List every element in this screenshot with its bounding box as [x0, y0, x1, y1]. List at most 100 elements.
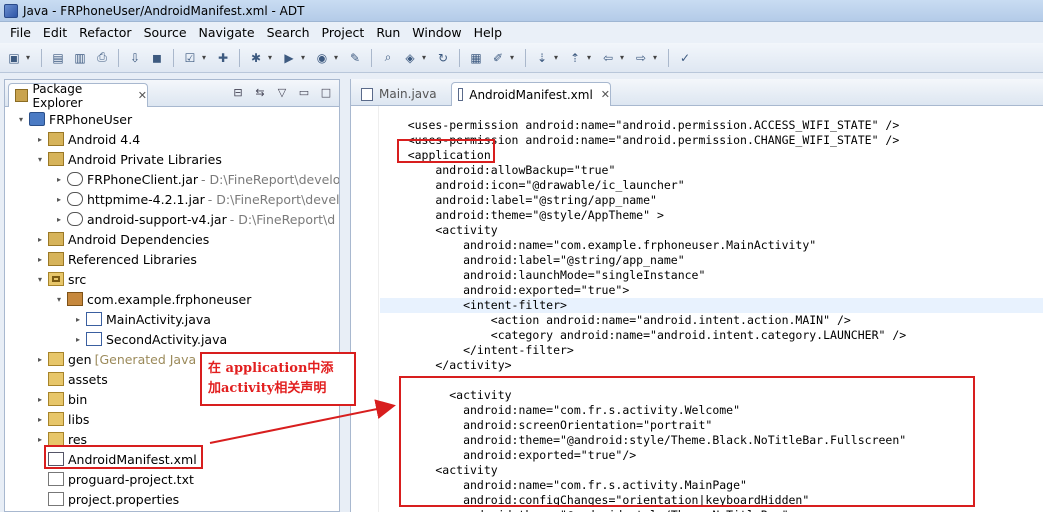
menu-file[interactable]: File [4, 25, 37, 40]
tree-item[interactable]: ▸ Android 4.4 [34, 129, 140, 149]
collapsed-icon[interactable]: ▸ [34, 135, 46, 144]
menu-search[interactable]: Search [261, 25, 316, 40]
save-all-icon[interactable]: ▥ [70, 48, 90, 68]
pin-icon[interactable]: ✓ [675, 48, 695, 68]
main-toolbar: ▣ ▾ ▤ ▥ ⎙ ⇩ ◼ ☑ ▾ ✚ ✱ ▾ ▶ ▾ ◉ ▾ ✎ ⌕ ◈ ▾ ↻ ▦ ✐ ▾ ⇣ ▾ ⇡ ▾ ⇦ ▾ ⇨ ▾ ✓ [0, 43, 1043, 73]
dropdown-arrow-icon[interactable]: ▾ [334, 53, 343, 62]
tree-item[interactable]: ▸ gen [Generated Java [34, 349, 196, 369]
dropdown-arrow-icon[interactable]: ▾ [554, 53, 563, 62]
open-type-icon[interactable]: ✎ [345, 48, 365, 68]
tree-item-label: assets [68, 371, 108, 387]
collapsed-icon[interactable]: ▸ [34, 395, 46, 404]
tree-item[interactable]: ▸ Referenced Libraries [34, 249, 197, 269]
tab-package-explorer[interactable]: Package Explorer ✕ [8, 82, 148, 110]
collapsed-icon[interactable]: ▸ [34, 415, 46, 424]
tree-item[interactable]: ▸ FRPhoneClient.jar - D:\FineReport\develo [53, 169, 339, 189]
back-icon[interactable]: ⇦ [598, 48, 618, 68]
next-annotation-icon[interactable]: ⇡ [565, 48, 585, 68]
collapsed-icon[interactable]: ▸ [53, 195, 65, 204]
menu-source[interactable]: Source [138, 25, 193, 40]
annotation-icon[interactable]: ⇣ [532, 48, 552, 68]
import-icon[interactable]: ⇩ [125, 48, 145, 68]
new-java-class-icon[interactable]: ◈ [400, 48, 420, 68]
checkbox-icon[interactable]: ☑ [180, 48, 200, 68]
tree-item[interactable]: ▸ android-support-v4.jar - D:\FineReport\d [53, 209, 335, 229]
tree-item[interactable]: ▾ FRPhoneUser [15, 109, 132, 129]
collapsed-icon[interactable]: ▸ [53, 215, 65, 224]
dropdown-arrow-icon[interactable]: ▾ [587, 53, 596, 62]
tree-item[interactable]: ▸ res [34, 429, 87, 449]
collapsed-icon[interactable]: ▸ [34, 235, 46, 244]
code-line: <activity [380, 388, 512, 402]
tree-item[interactable]: ▾ src [34, 269, 86, 289]
tree-item[interactable]: ▸ libs [34, 409, 89, 429]
dropdown-arrow-icon[interactable]: ▾ [268, 53, 277, 62]
toolbar-separator [525, 48, 526, 67]
dropdown-arrow-icon[interactable]: ▾ [202, 53, 211, 62]
tree-item[interactable]: ▸ bin [34, 389, 87, 409]
tree-item[interactable]: ▸ MainActivity.java [72, 309, 211, 329]
run-icon[interactable]: ▶ [279, 48, 299, 68]
menu-window[interactable]: Window [406, 25, 467, 40]
collapsed-icon[interactable]: ▸ [72, 315, 84, 324]
tree-item[interactable]: assets [34, 369, 108, 389]
expanded-icon[interactable]: ▾ [34, 155, 46, 164]
tree-item[interactable]: ▸ httpmime-4.2.1.jar - D:\FineReport\devel… [53, 189, 340, 209]
debug-icon[interactable]: ✱ [246, 48, 266, 68]
expanded-icon[interactable]: ▾ [53, 295, 65, 304]
forward-icon[interactable]: ⇨ [631, 48, 651, 68]
collapse-all-icon[interactable]: ⊟ [231, 86, 245, 99]
tab-main-java[interactable]: Main.java [355, 82, 441, 106]
collapsed-icon[interactable]: ▸ [34, 355, 46, 364]
external-tools-icon[interactable]: ◉ [312, 48, 332, 68]
dropdown-arrow-icon[interactable]: ▾ [510, 53, 519, 62]
menu-project[interactable]: Project [316, 25, 371, 40]
menu-help[interactable]: Help [468, 25, 509, 40]
collapsed-icon[interactable]: ▸ [53, 175, 65, 184]
editor-area: Main.java AndroidManifest.xml ✕ <uses-pe… [350, 79, 1043, 512]
open-task-icon[interactable]: ▦ [466, 48, 486, 68]
package-explorer-icon [15, 89, 28, 102]
xml-file-icon [48, 452, 64, 466]
minimize-icon[interactable]: ▭ [297, 86, 311, 99]
link-with-editor-icon[interactable]: ⇆ [253, 86, 267, 99]
print-icon[interactable]: ⎙ [92, 48, 112, 68]
maximize-icon[interactable]: □ [319, 86, 333, 99]
menu-refactor[interactable]: Refactor [73, 25, 137, 40]
android-sdk-icon[interactable]: ◼ [147, 48, 167, 68]
view-menu-icon[interactable]: ▽ [275, 86, 289, 99]
folder-icon [48, 432, 64, 446]
tree-item[interactable]: AndroidManifest.xml [34, 449, 197, 469]
dropdown-arrow-icon[interactable]: ▾ [422, 53, 431, 62]
tree-item[interactable]: project.properties [34, 489, 179, 509]
new-icon[interactable]: ▣ [4, 48, 24, 68]
refresh-icon[interactable]: ↻ [433, 48, 453, 68]
expanded-icon[interactable]: ▾ [15, 115, 27, 124]
search-icon[interactable]: ⌕ [378, 48, 398, 68]
menu-navigate[interactable]: Navigate [193, 25, 261, 40]
dropdown-arrow-icon[interactable]: ▾ [26, 53, 35, 62]
tree-item-path: - D:\FineReport\develc [207, 191, 340, 207]
collapsed-icon[interactable]: ▸ [34, 255, 46, 264]
tab-android-manifest[interactable]: AndroidManifest.xml ✕ [451, 82, 611, 106]
tree-item[interactable]: ▸ SecondActivity.java [72, 329, 227, 349]
dropdown-arrow-icon[interactable]: ▾ [620, 53, 629, 62]
close-icon[interactable]: ✕ [601, 88, 610, 101]
save-icon[interactable]: ▤ [48, 48, 68, 68]
dropdown-arrow-icon[interactable]: ▾ [301, 53, 310, 62]
toggle-mark-icon[interactable]: ✐ [488, 48, 508, 68]
expanded-icon[interactable]: ▾ [34, 275, 46, 284]
collapsed-icon[interactable]: ▸ [34, 435, 46, 444]
new-android-project-icon[interactable]: ✚ [213, 48, 233, 68]
menu-edit[interactable]: Edit [37, 25, 73, 40]
tree-item[interactable]: proguard-project.txt [34, 469, 194, 489]
tree-item[interactable]: ▾ Android Private Libraries [34, 149, 222, 169]
tree-item[interactable]: ▾ com.example.frphoneuser [53, 289, 251, 309]
collapsed-icon[interactable]: ▸ [72, 335, 84, 344]
code-text-area[interactable]: <uses-permission android:name="android.p… [351, 106, 1043, 512]
dropdown-arrow-icon[interactable]: ▾ [653, 53, 662, 62]
close-icon[interactable]: ✕ [138, 89, 147, 102]
menu-run[interactable]: Run [370, 25, 406, 40]
tab-android-manifest-label: AndroidManifest.xml [469, 87, 593, 102]
tree-item[interactable]: ▸ Android Dependencies [34, 229, 209, 249]
